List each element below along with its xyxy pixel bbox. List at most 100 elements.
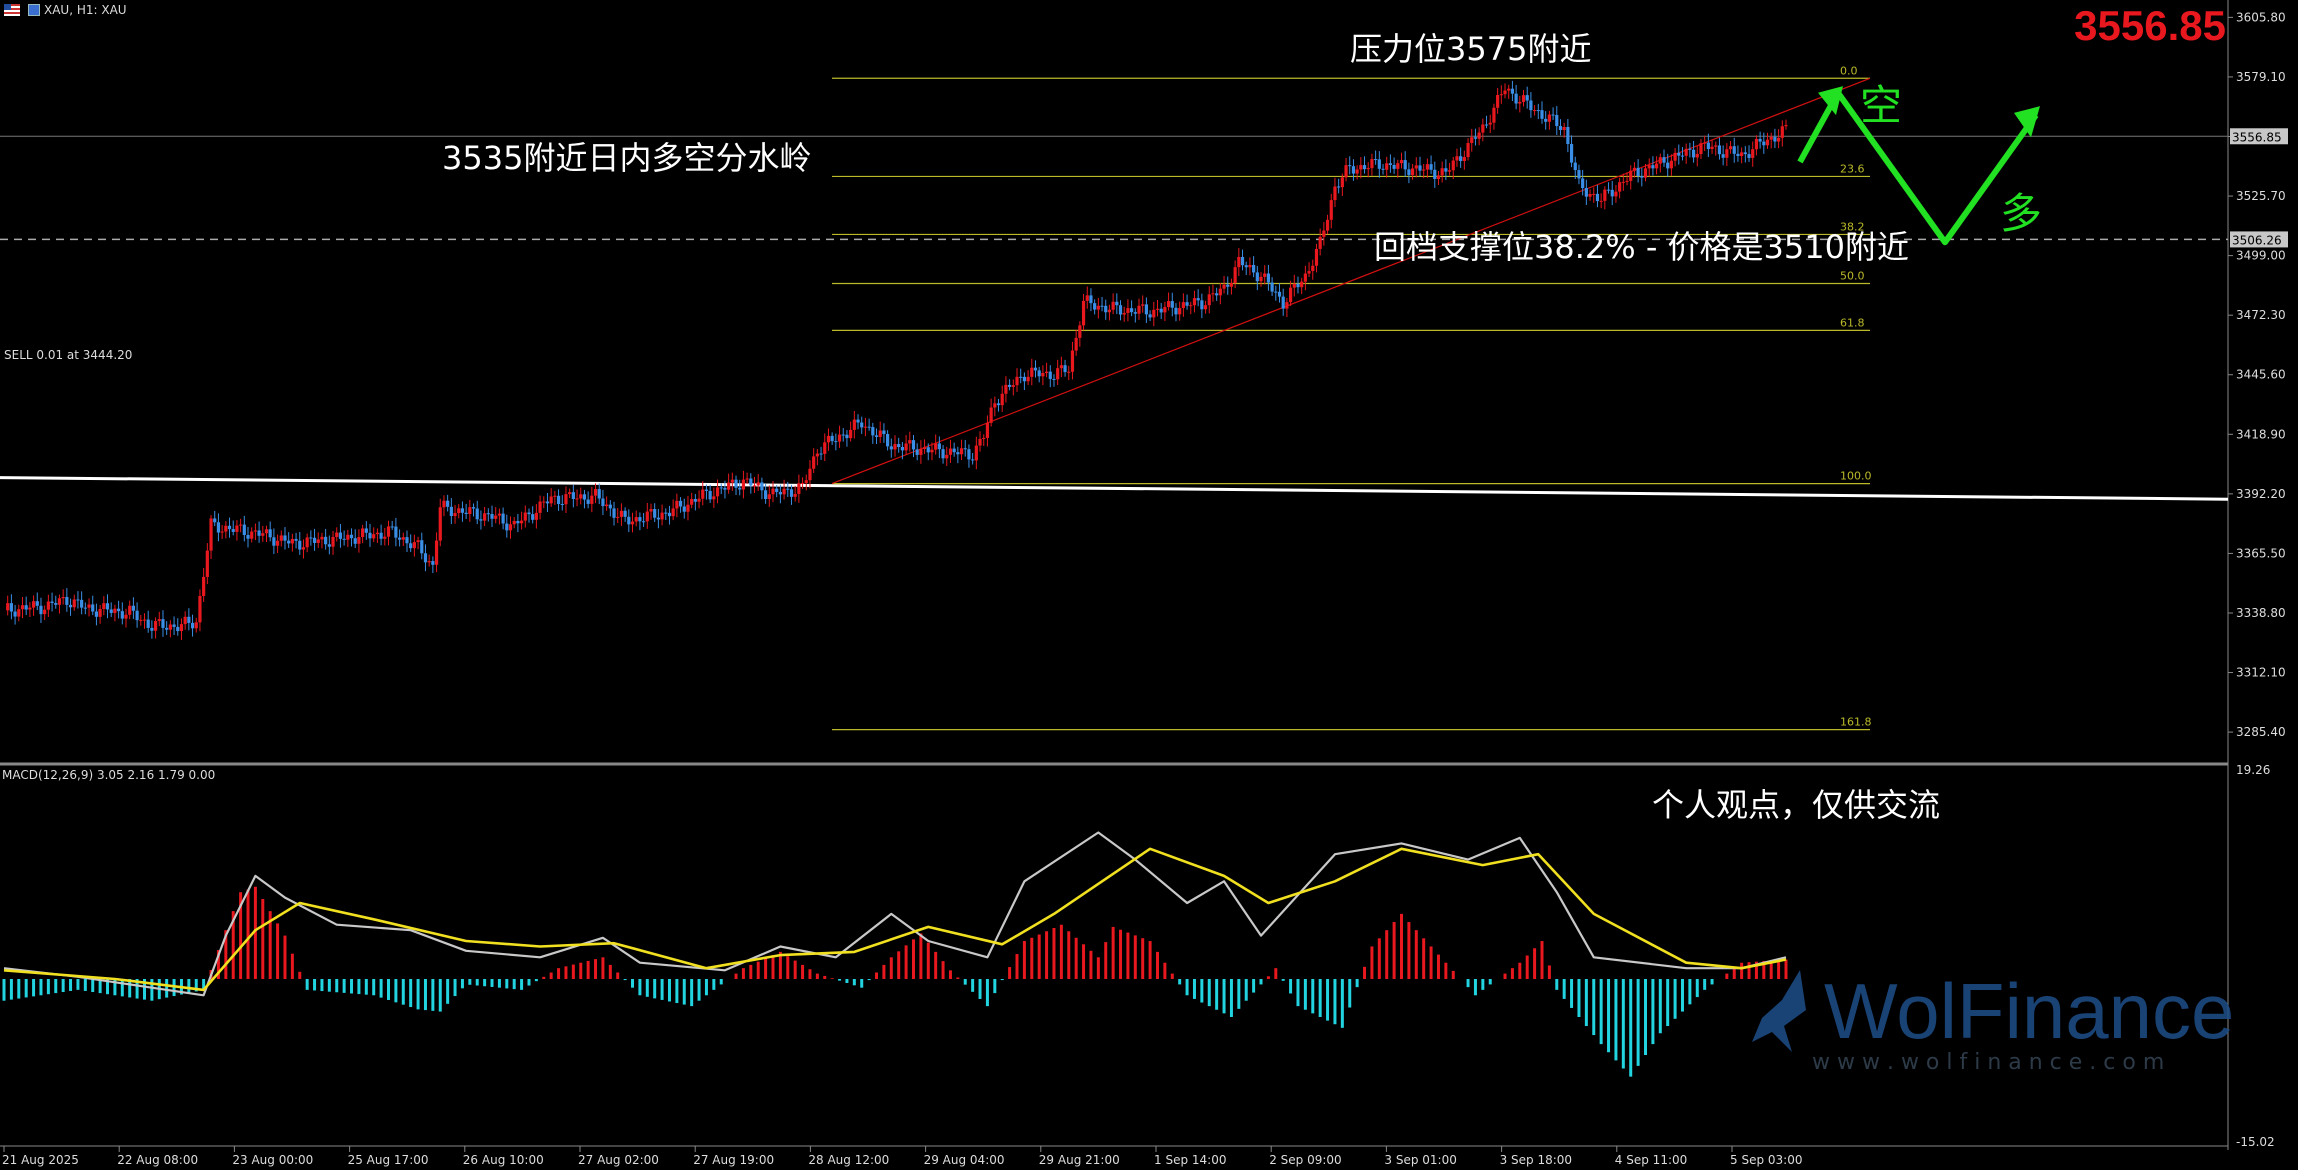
y-tick-label: 3472.30 xyxy=(2236,308,2286,322)
candle-body xyxy=(612,508,616,518)
candle-body xyxy=(627,516,631,525)
candle-body xyxy=(1673,152,1677,161)
candle-body xyxy=(697,498,701,502)
candle-body xyxy=(1606,189,1611,191)
candle-body xyxy=(1477,132,1481,139)
candle-body xyxy=(1655,163,1659,169)
candle-body xyxy=(1666,162,1670,169)
candle-body xyxy=(194,622,198,629)
candle-body xyxy=(98,609,102,617)
candle-body xyxy=(57,598,62,605)
fib-label: 0.0 xyxy=(1840,64,1858,77)
candle-body xyxy=(656,517,660,520)
candle-body xyxy=(1085,295,1089,301)
fib-label: 100.0 xyxy=(1840,470,1872,483)
candle-body xyxy=(849,429,853,439)
candle-body xyxy=(497,513,502,516)
support-note: 回档支撑位38.2% - 价格是3510附近 xyxy=(1374,228,1909,266)
candle-body xyxy=(198,595,202,623)
candle-body xyxy=(856,419,860,423)
candle-body xyxy=(1152,309,1156,318)
candle-body xyxy=(686,504,690,512)
candle-body xyxy=(963,448,967,450)
axis-price-tag-text: 3556.85 xyxy=(2232,130,2282,144)
candle-body xyxy=(301,547,306,550)
candle-body xyxy=(401,537,405,540)
candle-body xyxy=(1470,137,1474,143)
x-tick-label: 3 Sep 18:00 xyxy=(1500,1153,1572,1167)
fib-label: 61.8 xyxy=(1840,316,1865,329)
candle-body xyxy=(1544,118,1548,122)
candle-body xyxy=(501,513,505,524)
candle-body xyxy=(1529,100,1533,111)
candle-body xyxy=(1573,162,1577,171)
fib-label: 50.0 xyxy=(1840,270,1865,283)
candle-body xyxy=(320,536,324,540)
candle-body xyxy=(1636,167,1640,177)
candle-body xyxy=(1503,90,1507,95)
candle-body xyxy=(634,517,638,522)
candle-body xyxy=(1680,155,1685,157)
y-tick-label: 3499.00 xyxy=(2236,249,2286,263)
candle-body xyxy=(1277,291,1282,297)
candle-body xyxy=(1691,149,1696,158)
candle-body xyxy=(664,512,668,514)
candle-body xyxy=(1466,142,1470,158)
candle-body xyxy=(150,627,154,631)
candle-body xyxy=(379,532,383,539)
candle-body xyxy=(372,534,376,539)
candle-body xyxy=(841,434,845,436)
candle-body xyxy=(590,495,594,504)
candle-body xyxy=(1056,368,1060,380)
candle-body xyxy=(719,487,723,489)
candle-body xyxy=(1651,165,1655,169)
candle-body xyxy=(1625,180,1629,182)
candle-body xyxy=(61,596,65,599)
candle-body xyxy=(793,493,797,497)
candle-body xyxy=(231,529,235,532)
candle-body xyxy=(897,444,901,448)
short-label: 空 xyxy=(1860,81,1903,130)
y-tick-label: 3525.70 xyxy=(2236,189,2286,203)
candle-body xyxy=(1159,308,1163,313)
candle-body xyxy=(1414,165,1418,169)
candle-body xyxy=(54,603,58,605)
candle-body xyxy=(1366,168,1370,170)
candle-body xyxy=(1026,376,1030,382)
candle-body xyxy=(28,607,32,610)
candle-body xyxy=(886,433,890,447)
candle-body xyxy=(882,430,886,434)
candle-body xyxy=(671,508,675,517)
candle-body xyxy=(383,536,387,539)
candle-body xyxy=(752,485,757,487)
candle-body xyxy=(168,624,172,630)
candle-body xyxy=(974,445,978,461)
candle-body xyxy=(324,536,328,545)
candle-body xyxy=(72,599,76,608)
candle-body xyxy=(1773,136,1777,142)
candle-body xyxy=(464,512,468,515)
candle-body xyxy=(1765,139,1770,146)
candle-body xyxy=(460,508,465,513)
candle-body xyxy=(17,609,21,617)
candle-body xyxy=(996,403,1001,406)
candle-body xyxy=(1392,164,1396,169)
candle-body xyxy=(1037,370,1041,377)
candle-body xyxy=(1422,169,1426,171)
candle-body xyxy=(275,540,280,546)
x-tick-label: 28 Aug 12:00 xyxy=(808,1153,889,1167)
watermark: WolFinance w w w . w o l f i n a n c e .… xyxy=(1722,960,2262,1075)
candle-body xyxy=(1377,159,1381,169)
candle-body xyxy=(1093,303,1097,310)
candle-body xyxy=(1577,170,1581,179)
candle-body xyxy=(815,453,819,457)
candle-body xyxy=(416,540,420,543)
candle-body xyxy=(1041,372,1045,377)
candle-body xyxy=(1621,181,1625,183)
candle-body xyxy=(1588,193,1592,197)
candle-body xyxy=(1658,157,1662,164)
candle-body xyxy=(1348,165,1352,167)
candle-body xyxy=(1070,350,1075,372)
candle-body xyxy=(179,624,184,632)
candle-body xyxy=(1096,305,1100,310)
